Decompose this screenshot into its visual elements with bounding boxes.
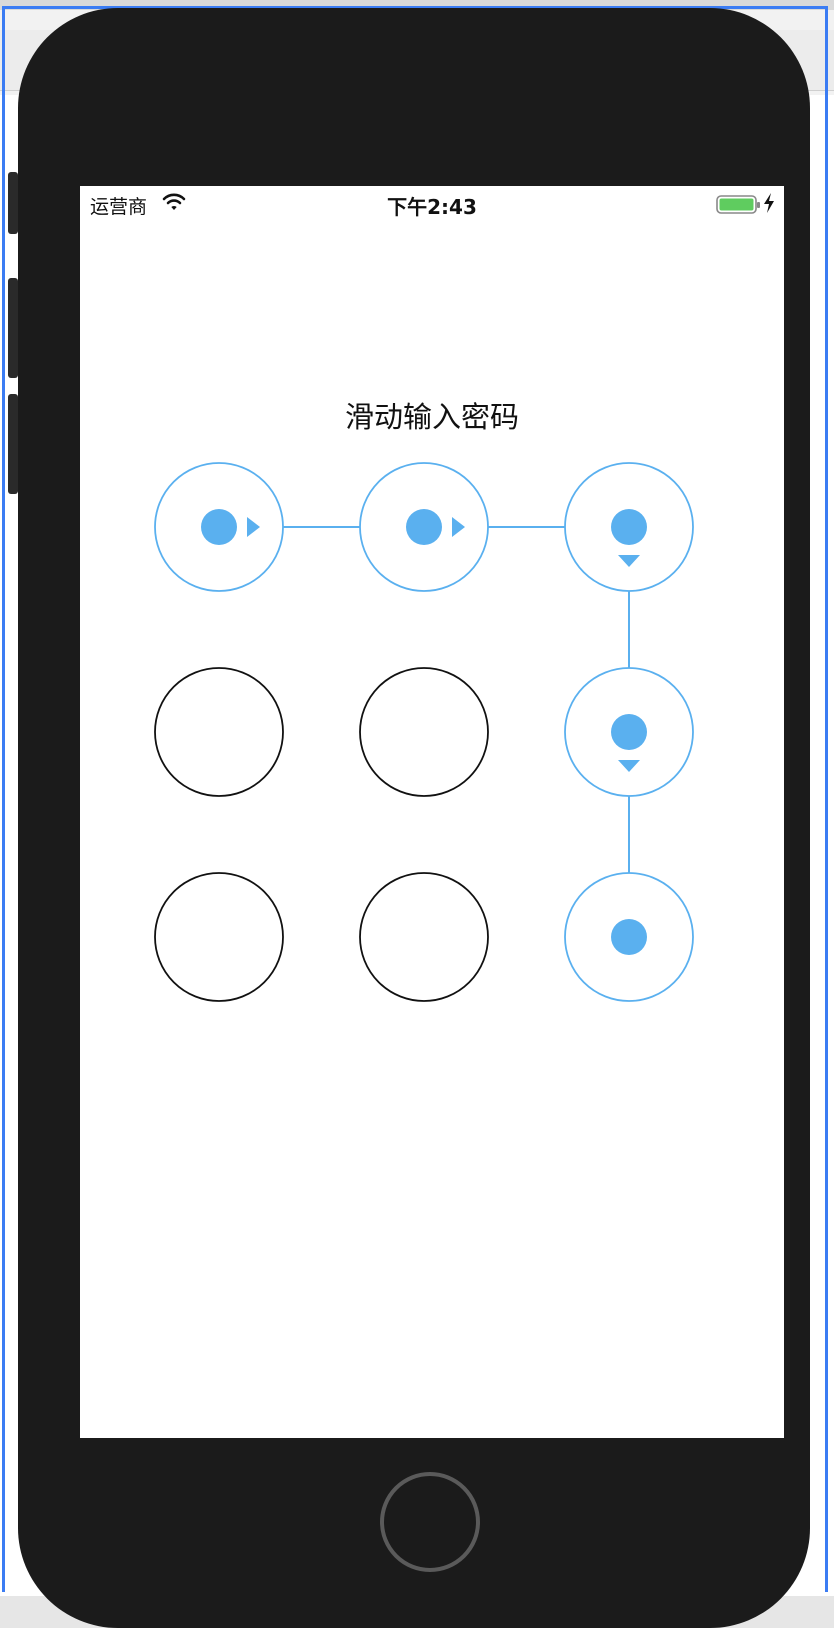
- device-screen: 运营商 下午2:43 滑动输入密码: [80, 186, 784, 1438]
- node-ring: [359, 667, 489, 797]
- iphone-frame: 运营商 下午2:43 滑动输入密码: [18, 8, 810, 1628]
- pattern-node-2[interactable]: [359, 462, 489, 592]
- pattern-node-1[interactable]: [154, 462, 284, 592]
- pattern-node-9[interactable]: [564, 872, 694, 1002]
- volume-button: [8, 172, 18, 234]
- pattern-node-3[interactable]: [564, 462, 694, 592]
- pattern-node-6[interactable]: [564, 667, 694, 797]
- pattern-node-4[interactable]: [154, 667, 284, 797]
- node-ring: [154, 872, 284, 1002]
- pattern-node-7[interactable]: [154, 872, 284, 1002]
- volume-button: [8, 394, 18, 494]
- node-center-dot: [406, 509, 442, 545]
- node-center-dot: [611, 714, 647, 750]
- pattern-node-8[interactable]: [359, 872, 489, 1002]
- volume-button: [8, 278, 18, 378]
- node-ring: [359, 872, 489, 1002]
- node-center-dot: [611, 919, 647, 955]
- gesture-lock-grid[interactable]: [80, 186, 784, 1438]
- node-ring: [154, 667, 284, 797]
- node-center-dot: [201, 509, 237, 545]
- home-button[interactable]: [380, 1472, 480, 1572]
- pattern-node-5[interactable]: [359, 667, 489, 797]
- node-center-dot: [611, 509, 647, 545]
